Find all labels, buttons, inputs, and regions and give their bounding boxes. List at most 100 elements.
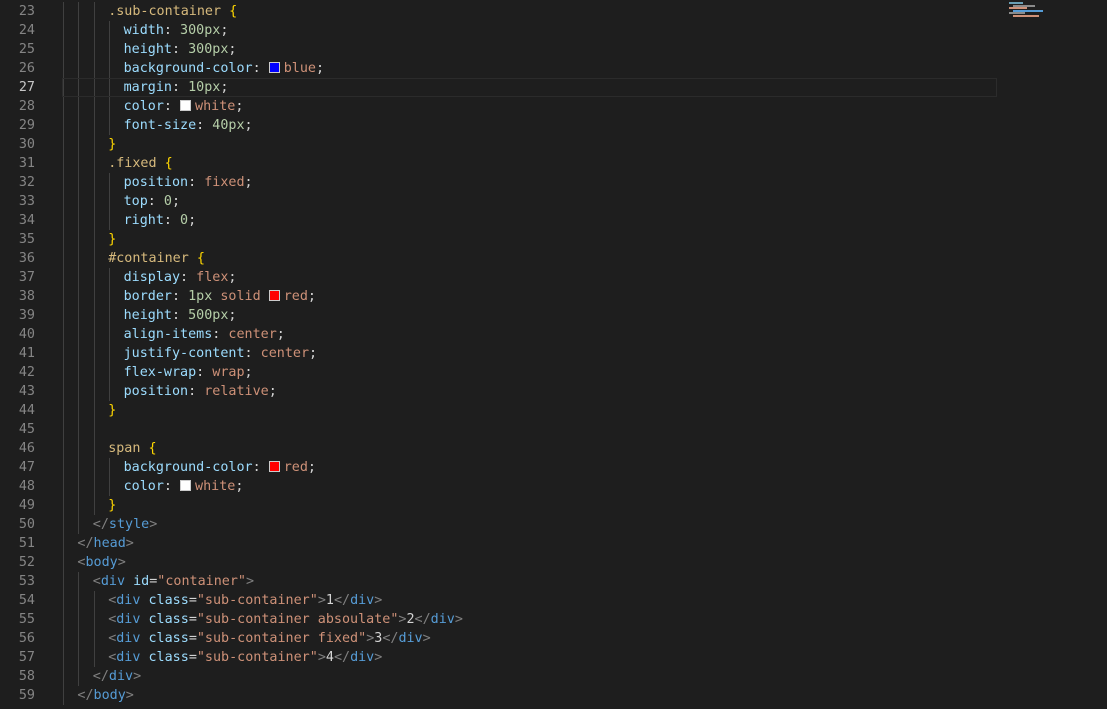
code-token: 2 bbox=[406, 612, 415, 627]
code-line[interactable]: } bbox=[62, 135, 997, 154]
indent-guide bbox=[93, 420, 95, 439]
code-line[interactable]: #container { bbox=[62, 249, 997, 268]
code-token: > bbox=[245, 574, 255, 589]
code-text: } bbox=[108, 496, 116, 515]
indent-guide bbox=[78, 591, 80, 610]
color-swatch-icon[interactable] bbox=[268, 290, 280, 301]
code-token: solid bbox=[212, 289, 269, 304]
code-token: 4 bbox=[325, 650, 334, 665]
code-token: > bbox=[422, 631, 431, 646]
indent-guide bbox=[78, 21, 80, 40]
code-line[interactable]: height: 500px; bbox=[62, 306, 997, 325]
code-token: > bbox=[317, 593, 326, 608]
code-text: <body> bbox=[77, 553, 125, 572]
code-token: div bbox=[116, 593, 141, 608]
code-text: <div class="sub-container">1</div> bbox=[108, 591, 382, 610]
code-token: } bbox=[108, 403, 117, 418]
code-line[interactable]: <body> bbox=[62, 553, 997, 572]
code-line[interactable]: </body> bbox=[62, 686, 997, 705]
code-line[interactable]: position: fixed; bbox=[62, 173, 997, 192]
code-text: </body> bbox=[77, 686, 133, 705]
indent-guide bbox=[78, 211, 80, 230]
indent-guide bbox=[63, 591, 64, 610]
indent-guide bbox=[78, 173, 80, 192]
code-token: </ bbox=[77, 688, 94, 703]
code-line[interactable]: background-color: red; bbox=[62, 458, 997, 477]
code-token: 300px bbox=[188, 42, 229, 57]
code-line[interactable]: <div class="sub-container">4</div> bbox=[62, 648, 997, 667]
minimap[interactable] bbox=[1005, 0, 1053, 18]
code-line[interactable]: color: white; bbox=[62, 477, 997, 496]
code-editor[interactable]: 23 24 25 26 27 28 29 30 31 32 33 34 35 36 37 38 39 40 41 42… bbox=[0, 0, 1107, 709]
code-line[interactable] bbox=[62, 420, 997, 439]
line-number: 50 bbox=[18, 517, 35, 532]
line-number: 34 bbox=[18, 213, 35, 228]
code-line[interactable]: height: 300px; bbox=[62, 40, 997, 59]
code-line[interactable]: span { bbox=[62, 439, 997, 458]
indent-guide bbox=[93, 97, 95, 116]
indent-guide bbox=[78, 325, 80, 344]
code-line[interactable]: <div class="sub-container">1</div> bbox=[62, 591, 997, 610]
code-token: ; bbox=[244, 365, 253, 380]
indent-guide bbox=[63, 325, 64, 344]
code-line[interactable]: background-color: blue; bbox=[62, 59, 997, 78]
line-number: 54 bbox=[18, 593, 35, 608]
code-token: : bbox=[171, 42, 189, 57]
code-token: .fixed bbox=[108, 156, 157, 171]
line-number: 53 bbox=[18, 574, 35, 589]
color-swatch-icon[interactable] bbox=[180, 100, 192, 111]
code-line[interactable]: width: 300px; bbox=[62, 21, 997, 40]
indent-guide bbox=[78, 78, 80, 97]
code-line[interactable]: color: white; bbox=[62, 97, 997, 116]
indent-guide bbox=[78, 477, 80, 496]
code-line[interactable]: display: flex; bbox=[62, 268, 997, 287]
code-line[interactable]: </head> bbox=[62, 534, 997, 553]
indent-guide bbox=[109, 382, 111, 401]
indent-guide bbox=[63, 287, 64, 306]
code-token: 1px bbox=[188, 289, 213, 304]
code-line[interactable]: </div> bbox=[62, 667, 997, 686]
color-swatch-icon[interactable] bbox=[268, 62, 280, 73]
code-line[interactable]: right: 0; bbox=[62, 211, 997, 230]
indent-guide bbox=[78, 515, 80, 534]
code-token: div bbox=[350, 593, 375, 608]
code-token: border bbox=[123, 289, 172, 304]
line-number: 29 bbox=[18, 118, 35, 133]
code-line[interactable]: align-items: center; bbox=[62, 325, 997, 344]
indent-guide bbox=[93, 648, 95, 667]
code-line[interactable]: </style> bbox=[62, 515, 997, 534]
color-swatch-icon[interactable] bbox=[268, 461, 280, 472]
indent-guide bbox=[78, 97, 80, 116]
color-swatch-icon[interactable] bbox=[180, 480, 192, 491]
code-line[interactable]: } bbox=[62, 230, 997, 249]
code-line[interactable]: } bbox=[62, 401, 997, 420]
code-token: 1 bbox=[325, 593, 334, 608]
code-line[interactable]: .fixed { bbox=[62, 154, 997, 173]
indent-guide bbox=[78, 629, 80, 648]
code-text: } bbox=[108, 135, 116, 154]
code-line[interactable]: top: 0; bbox=[62, 192, 997, 211]
code-line[interactable]: justify-content: center; bbox=[62, 344, 997, 363]
code-token: position bbox=[123, 175, 189, 190]
code-area[interactable]: .sub-container {width: 300px; height: 300… bbox=[62, 2, 997, 705]
code-token: > bbox=[125, 536, 134, 551]
code-line[interactable]: } bbox=[62, 496, 997, 515]
code-line[interactable]: flex-wrap: wrap; bbox=[62, 363, 997, 382]
code-line[interactable]: .sub-container { bbox=[62, 2, 997, 21]
code-token: body bbox=[93, 688, 126, 703]
code-line[interactable]: position: relative; bbox=[62, 382, 997, 401]
code-line[interactable]: margin: 10px; bbox=[62, 78, 997, 97]
code-line[interactable]: <div class="sub-container absoulate">2</… bbox=[62, 610, 997, 629]
indent-guide bbox=[63, 173, 64, 192]
code-token: = bbox=[188, 631, 197, 646]
code-token: ; bbox=[307, 289, 316, 304]
code-token: : bbox=[196, 118, 213, 133]
code-line[interactable]: <div class="sub-container fixed">3</div> bbox=[62, 629, 997, 648]
code-line[interactable]: <div id="container"> bbox=[62, 572, 997, 591]
code-token: id bbox=[133, 574, 150, 589]
code-line[interactable]: border: 1px solid red; bbox=[62, 287, 997, 306]
indent-guide bbox=[63, 515, 64, 534]
code-line[interactable]: font-size: 40px; bbox=[62, 116, 997, 135]
